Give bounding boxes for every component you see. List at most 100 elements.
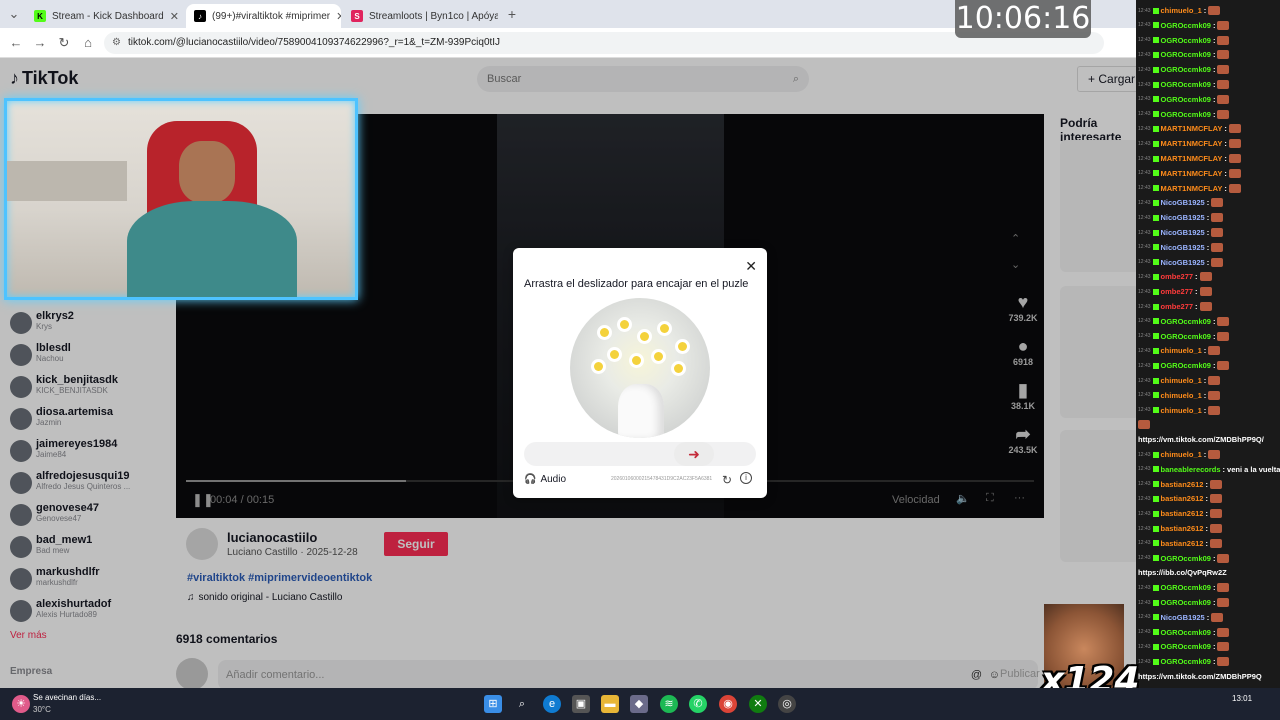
info-icon[interactable]: i <box>740 472 752 484</box>
kick-badge-icon <box>1152 259 1159 266</box>
chat-message: 12:43 bastian2612: <box>1138 537 1222 550</box>
audio-button[interactable]: 🎧 Audio <box>524 474 566 485</box>
emote-icon <box>1217 583 1230 593</box>
emote-icon <box>1217 50 1230 60</box>
chat-message: 12:43 NicoGB1925: <box>1138 211 1224 224</box>
tab-list-icon[interactable]: ⌄ <box>6 6 22 22</box>
site-info-icon[interactable]: ⚙ <box>112 32 121 54</box>
captcha-puzzle-image <box>570 298 710 438</box>
chat-message: 12:43 OGROccmk09: <box>1138 93 1230 106</box>
emote-icon <box>1217 65 1230 75</box>
chat-text: https://vm.tiktok.com/ZMDBhPP9Q/ <box>1138 435 1264 445</box>
captcha-slider-track[interactable]: ➜ <box>524 442 756 466</box>
chat-username: OGROccmk09 <box>1160 50 1211 60</box>
chat-timestamp: 12:43 <box>1138 185 1151 192</box>
chat-username: OGROccmk09 <box>1160 642 1211 652</box>
kick-badge-icon <box>1152 481 1159 488</box>
chat-username: ombe277 <box>1160 287 1194 297</box>
captcha-id: 20260106000215478431D9C2AC23F5A6381 <box>611 476 713 482</box>
reload-icon[interactable]: ↻ <box>56 35 72 51</box>
chat-message: 12:43 OGROccmk09: <box>1138 34 1230 47</box>
whatsapp-icon[interactable]: ✆ <box>689 695 707 713</box>
chat-message: 12:43 bastian2612: <box>1138 478 1222 491</box>
kick-badge-icon <box>1152 377 1159 384</box>
file-explorer-icon[interactable]: ▬ <box>601 695 619 713</box>
emote-icon <box>1217 80 1230 89</box>
emote-icon <box>1208 390 1221 400</box>
chat-timestamp: 12:43 <box>1138 555 1151 562</box>
chat-separator: : <box>1195 302 1198 311</box>
chat-separator: : <box>1224 139 1227 149</box>
chat-username: OGROccmk09 <box>1160 583 1211 593</box>
chat-timestamp: 12:43 <box>1138 229 1151 236</box>
weather-icon[interactable]: ☀ <box>12 695 30 713</box>
emote-icon <box>1211 257 1224 267</box>
kick-badge-icon <box>1152 214 1159 221</box>
close-icon[interactable]: ✕ <box>745 258 757 275</box>
close-icon[interactable]: ✕ <box>336 10 341 23</box>
vase-shape <box>618 384 664 438</box>
url-field[interactable]: ⚙ tiktok.com/@lucianocastiilo/video/7589… <box>104 32 1104 54</box>
chat-message: 12:43 chimuelo_1: <box>1138 4 1221 17</box>
search-icon[interactable]: ⌕ <box>513 695 531 713</box>
chat-separator: : <box>1205 538 1208 548</box>
chat-timestamp: 12:43 <box>1138 658 1151 665</box>
obs-icon[interactable]: ◎ <box>778 695 796 713</box>
flower-shape <box>674 364 683 373</box>
chat-message: 12:43 chimuelo_1: <box>1138 448 1221 461</box>
new-tab-icon[interactable]: + <box>504 6 520 22</box>
chat-timestamp: 12:43 <box>1138 51 1151 58</box>
tab-kick-dashboard[interactable]: K Stream - Kick Dashboard ✕ <box>26 4 186 28</box>
chat-timestamp: 12:43 <box>1138 525 1151 532</box>
start-icon[interactable]: ⊞ <box>484 695 502 713</box>
forward-icon[interactable]: → <box>32 35 48 51</box>
chat-message: 12:43 OGROccmk09: <box>1138 581 1230 594</box>
close-icon[interactable]: ✕ <box>170 10 179 23</box>
chat-username: OGROccmk09 <box>1160 35 1211 45</box>
xbox-icon[interactable]: ✕ <box>749 695 767 713</box>
kick-badge-icon <box>1152 51 1159 58</box>
chat-message: 12:43 bastian2612: <box>1138 522 1222 535</box>
home-icon[interactable]: ⌂ <box>80 35 96 51</box>
chat-message: 12:43 chimuelo_1: <box>1138 404 1221 417</box>
chat-message: 12:43 OGROccmk09: <box>1138 315 1230 328</box>
captcha-slider-handle[interactable]: ➜ <box>674 442 714 466</box>
emote-icon <box>1208 405 1221 415</box>
chat-message: 12:43 chimuelo_1: <box>1138 344 1221 357</box>
app-icon[interactable]: ◆ <box>630 695 648 713</box>
chat-message: 12:43 OGROccmk09: <box>1138 640 1230 653</box>
chat-separator: : <box>1206 198 1210 208</box>
tab-streamloots[interactable]: S Streamloots | Byn1co | Apóyam ✕ <box>343 4 498 28</box>
kick-badge-icon <box>1152 96 1159 103</box>
chat-separator: : <box>1224 154 1227 163</box>
chat-timestamp: 12:43 <box>1138 96 1151 103</box>
kick-badge-icon <box>1152 658 1159 665</box>
chat-timestamp: 12:43 <box>1138 37 1151 44</box>
store-icon[interactable]: ▣ <box>572 695 590 713</box>
edge-icon[interactable]: e <box>543 695 561 713</box>
chat-message: 12:43 NicoGB1925: <box>1138 226 1224 239</box>
flower-shape <box>594 362 603 371</box>
chat-message: 12:43 NicoGB1925: <box>1138 256 1224 269</box>
flower-shape <box>654 352 663 361</box>
kick-badge-icon <box>1152 303 1159 310</box>
back-icon[interactable]: ← <box>8 35 24 51</box>
chat-separator: : <box>1195 272 1198 282</box>
weather-title[interactable]: Se avecinan días... <box>33 693 101 702</box>
refresh-icon[interactable]: ↻ <box>722 473 732 487</box>
chat-timestamp: 12:43 <box>1138 125 1151 132</box>
kick-badge-icon <box>1152 244 1159 251</box>
chrome-icon[interactable]: ◉ <box>719 695 737 713</box>
chat-separator: : <box>1212 80 1216 89</box>
tab-tiktok[interactable]: ♪ (99+)#viraltiktok #miprimer ✕ <box>186 4 341 28</box>
chat-timestamp: 12:43 <box>1138 303 1151 310</box>
emote-icon <box>1217 109 1230 119</box>
emote-icon <box>1209 509 1222 519</box>
chat-username: MART1NMCFLAY <box>1160 154 1223 163</box>
chat-message: https://vm.tiktok.com/ZMDBhPP9Q/ <box>1138 433 1264 446</box>
kick-badge-icon <box>1152 643 1159 650</box>
emote-icon <box>1217 361 1230 371</box>
spotify-icon[interactable]: ≋ <box>660 695 678 713</box>
kick-icon: K <box>34 10 46 22</box>
chat-timestamp: 12:43 <box>1138 584 1151 591</box>
